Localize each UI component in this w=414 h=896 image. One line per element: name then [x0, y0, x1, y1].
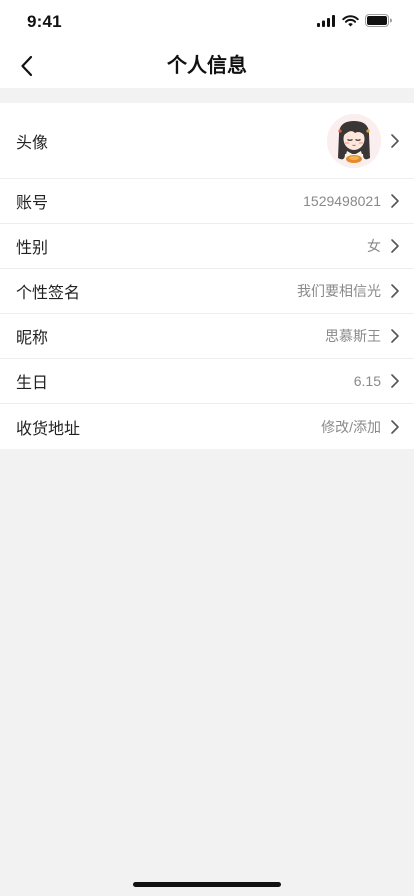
- signature-row[interactable]: 个性签名 我们要相信光: [0, 269, 414, 314]
- back-button[interactable]: [8, 48, 44, 84]
- birthday-row-value: 6.15: [353, 373, 381, 389]
- profile-info-list: 头像 账号 1529498021 性别 女 个性签名 我们要相信光 昵称 思慕斯…: [0, 103, 414, 449]
- shipping-address-row[interactable]: 收货地址 修改/添加: [0, 404, 414, 449]
- shipping-address-row-label: 收货地址: [16, 420, 81, 438]
- status-icons: [317, 14, 392, 27]
- page-title: 个人信息: [167, 55, 247, 77]
- nickname-row-label: 昵称: [16, 330, 49, 347]
- birthday-row-label: 生日: [16, 375, 49, 392]
- account-row-label: 账号: [16, 195, 49, 212]
- chevron-left-icon: [20, 55, 32, 77]
- chevron-right-icon: [391, 133, 399, 148]
- signature-row-label: 个性签名: [16, 285, 81, 302]
- chevron-right-icon: [391, 374, 399, 388]
- status-time: 9:41: [27, 12, 62, 31]
- battery-icon: [365, 14, 392, 27]
- chevron-right-icon: [391, 284, 399, 298]
- avatar-row-label: 头像: [16, 134, 49, 152]
- chevron-right-icon: [391, 329, 399, 343]
- account-row-value: 1529498021: [303, 193, 381, 209]
- nickname-row-value: 思慕斯王: [325, 328, 381, 344]
- cellular-signal-icon: [317, 14, 335, 27]
- account-row[interactable]: 账号 1529498021: [0, 179, 414, 224]
- status-bar: 9:41: [0, 0, 414, 44]
- chevron-right-icon: [391, 239, 399, 253]
- gender-row-label: 性别: [16, 240, 49, 257]
- avatar-row[interactable]: 头像: [0, 103, 414, 179]
- chevron-right-icon: [391, 419, 399, 434]
- birthday-row[interactable]: 生日 6.15: [0, 359, 414, 404]
- signature-row-value: 我们要相信光: [297, 283, 381, 299]
- chevron-right-icon: [391, 194, 399, 208]
- shipping-address-row-value: 修改/添加: [321, 418, 381, 435]
- wifi-icon: [342, 14, 359, 26]
- home-indicator: [133, 882, 281, 887]
- nickname-row[interactable]: 昵称 思慕斯王: [0, 314, 414, 359]
- gender-row-value: 女: [367, 238, 381, 254]
- gender-row[interactable]: 性别 女: [0, 224, 414, 269]
- avatar: [327, 114, 381, 168]
- nav-bar: 个人信息: [0, 44, 414, 88]
